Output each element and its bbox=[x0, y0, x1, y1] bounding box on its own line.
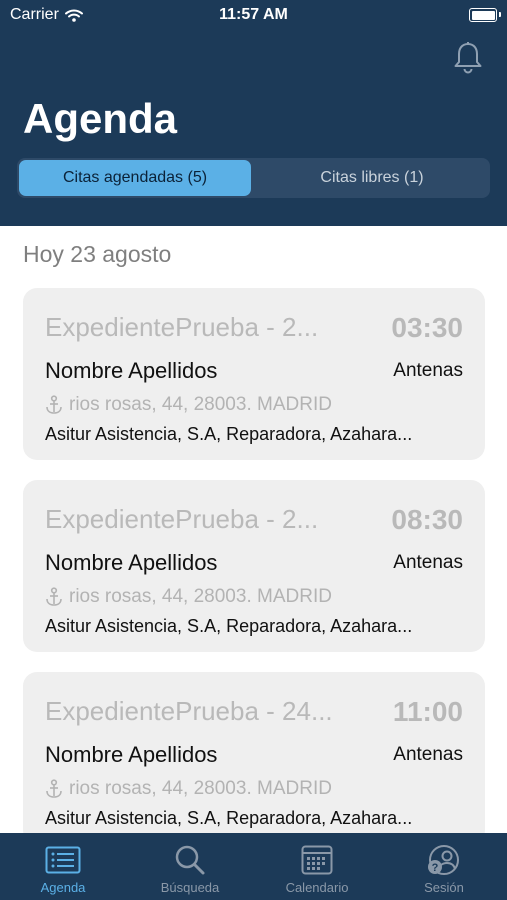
anchor-icon bbox=[46, 779, 62, 798]
calendar-icon bbox=[301, 845, 333, 875]
tab-calendario-label: Calendario bbox=[285, 880, 349, 895]
date-heading: Hoy 23 agosto bbox=[23, 241, 172, 267]
appointment-expediente: ExpedientePrueba - 24... bbox=[45, 696, 333, 726]
tab-bar: Agenda Búsqueda Calendario ? Sesión bbox=[0, 833, 507, 900]
appointment-client-name: Nombre Apellidos bbox=[45, 550, 218, 575]
tab-sesion-label: Sesión bbox=[424, 880, 464, 895]
appointment-type: Antenas bbox=[393, 360, 463, 381]
tab-agenda-label: Agenda bbox=[40, 880, 86, 895]
appointment-company: Asitur Asistencia, S.A, Reparadora, Azah… bbox=[45, 616, 413, 636]
appointment-company: Asitur Asistencia, S.A, Reparadora, Azah… bbox=[45, 808, 413, 828]
appointment-address: rios rosas, 44, 28003. MADRID bbox=[69, 586, 332, 607]
appointment-expediente: ExpedientePrueba - 2... bbox=[45, 312, 319, 342]
appointment-address-row: rios rosas, 44, 28003. MADRID bbox=[45, 394, 332, 416]
appointment-card[interactable]: ExpedientePrueba - 2... 03:30 Nombre Ape… bbox=[23, 288, 485, 460]
tab-citas-libres[interactable]: Citas libres (1) bbox=[256, 160, 488, 196]
appointment-expediente: ExpedientePrueba - 2... bbox=[45, 504, 319, 534]
svg-text:?: ? bbox=[432, 862, 439, 874]
appointment-client-name: Nombre Apellidos bbox=[45, 358, 218, 383]
appointment-time: 11:00 bbox=[392, 696, 463, 727]
user-help-icon: ? bbox=[428, 845, 459, 875]
segmented-control: Citas agendadas (5) Citas libres (1) bbox=[17, 158, 490, 198]
appointment-card[interactable]: ExpedientePrueba - 2... 08:30 Nombre Ape… bbox=[23, 480, 485, 652]
appointment-client-name: Nombre Apellidos bbox=[45, 742, 218, 767]
appointment-card[interactable]: ExpedientePrueba - 24... 11:00 Nombre Ap… bbox=[23, 672, 485, 844]
appointment-company: Asitur Asistencia, S.A, Reparadora, Azah… bbox=[45, 424, 413, 444]
search-icon bbox=[175, 845, 205, 875]
list-icon bbox=[45, 846, 81, 874]
page-title: Agenda bbox=[23, 95, 178, 142]
status-time: 11:57 AM bbox=[219, 6, 288, 23]
appointment-address: rios rosas, 44, 28003. MADRID bbox=[69, 394, 332, 415]
bell-icon[interactable] bbox=[452, 41, 484, 75]
appointment-address-row: rios rosas, 44, 28003. MADRID bbox=[45, 586, 332, 608]
tab-agenda[interactable]: Agenda bbox=[0, 833, 126, 900]
header: Carrier 11:57 AM Agenda Citas agendadas … bbox=[0, 0, 507, 226]
tab-sesion[interactable]: ? Sesión bbox=[381, 833, 507, 900]
anchor-icon bbox=[46, 395, 62, 414]
appointment-time: 08:30 bbox=[391, 504, 463, 535]
battery-icon bbox=[469, 8, 501, 22]
tab-citas-agendadas[interactable]: Citas agendadas (5) bbox=[19, 160, 251, 196]
status-bar: Carrier 11:57 AM bbox=[0, 0, 507, 32]
anchor-icon bbox=[46, 587, 62, 606]
tab-busqueda-label: Búsqueda bbox=[160, 880, 220, 895]
tab-calendario[interactable]: Calendario bbox=[254, 833, 380, 900]
appointment-type: Antenas bbox=[393, 552, 463, 573]
tab-busqueda[interactable]: Búsqueda bbox=[127, 833, 253, 900]
appointment-time: 03:30 bbox=[391, 312, 463, 343]
appointment-address-row: rios rosas, 44, 28003. MADRID bbox=[45, 778, 332, 800]
appointment-type: Antenas bbox=[393, 744, 463, 765]
appointment-address: rios rosas, 44, 28003. MADRID bbox=[69, 778, 332, 799]
